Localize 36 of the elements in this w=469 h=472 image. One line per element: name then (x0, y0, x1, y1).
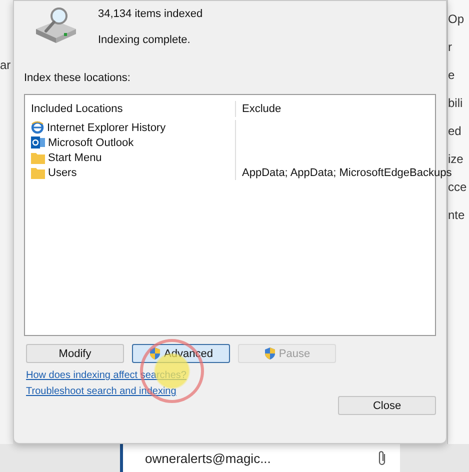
location-cell[interactable]: Start Menu (25, 150, 235, 165)
paperclip-icon (378, 450, 386, 466)
email-item[interactable]: owneralerts@magic... (120, 444, 400, 472)
folder-icon (31, 166, 45, 178)
location-name: Start Menu (48, 152, 102, 164)
background-text: bili (448, 96, 464, 110)
location-cell[interactable]: Users (25, 165, 235, 180)
background-text: ed (448, 124, 462, 138)
indexing-status: Indexing complete. (98, 34, 192, 46)
location-name: Microsoft Outlook (48, 136, 134, 148)
browser-e-icon (31, 121, 44, 134)
background-text: r (448, 40, 453, 54)
location-cell[interactable]: Microsoft Outlook (25, 135, 235, 150)
locations-label: Index these locations: (24, 72, 132, 84)
help-link[interactable]: How does indexing affect searches? (26, 370, 186, 381)
background-text: ize (448, 152, 464, 166)
location-name: Internet Explorer History (47, 122, 166, 134)
mail-app-icon (31, 136, 45, 149)
dialog-button[interactable]: Advanced (132, 344, 230, 363)
email-sender: owneralerts@magic... (145, 450, 271, 466)
background-text: cce (448, 180, 468, 194)
shield-icon (149, 347, 162, 360)
location-cell[interactable]: Internet Explorer History (25, 120, 235, 135)
folder-icon (31, 152, 45, 164)
background-text: ar (0, 58, 12, 72)
help-link[interactable]: Troubleshoot search and indexing (26, 386, 176, 397)
dialog-button[interactable]: Modify (26, 344, 124, 363)
background-text: nte (448, 208, 466, 222)
close-button[interactable]: Close (338, 396, 436, 415)
items-indexed-count: 34,134 items indexed (98, 8, 203, 20)
location-name: Users (48, 166, 77, 178)
drive-magnifier-icon (34, 7, 78, 43)
column-header: Included Locations (30, 102, 124, 117)
background-text: e (448, 68, 456, 82)
background-text: Op (448, 12, 466, 26)
shield-icon (264, 347, 276, 360)
